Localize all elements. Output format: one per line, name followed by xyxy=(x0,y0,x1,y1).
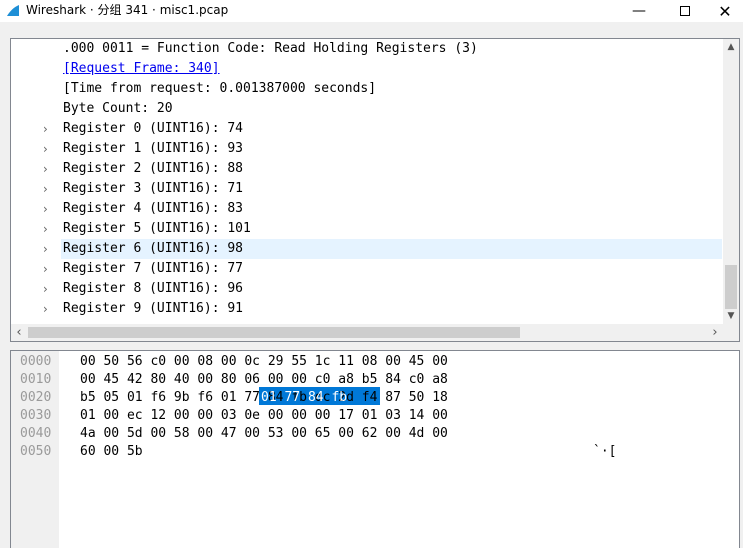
tree-item-label: Register 4 (UINT16): 83 xyxy=(63,201,244,216)
tree-item-label: Register 7 (UINT16): 77 xyxy=(63,261,244,276)
row-offset: 0030 xyxy=(20,408,52,423)
minimize-icon: — xyxy=(632,3,646,19)
tree-item-label: Byte Count: 20 xyxy=(63,101,173,116)
title-bar: Wireshark · 分组 341 · misc1.pcap — ✕ xyxy=(0,0,743,22)
row-hex-bytes[interactable]: 00 45 42 80 40 00 80 06 00 00 c0 a8 b5 8… xyxy=(80,371,448,389)
chevron-right-icon[interactable]: › xyxy=(43,179,48,199)
scroll-up-icon[interactable]: ▲ xyxy=(723,39,739,55)
scrollbar-corner xyxy=(723,324,739,341)
row-hex-bytes[interactable]: 00 50 56 c0 00 08 00 0c 29 55 1c 11 08 0… xyxy=(80,353,448,371)
vertical-scroll-thumb[interactable] xyxy=(725,265,737,309)
row-offset: 0040 xyxy=(20,426,52,441)
tree-item-label: Register 6 (UINT16): 98 xyxy=(63,241,244,256)
row-offset: 0050 xyxy=(20,444,52,459)
chevron-right-icon[interactable]: › xyxy=(43,239,48,259)
tree-item-label: Register 8 (UINT16): 96 xyxy=(63,281,244,296)
tree-item-label: [Time from request: 0.001387000 seconds] xyxy=(63,81,377,96)
close-icon: ✕ xyxy=(718,1,732,21)
selected-bytes-text[interactable]: 01 77 84 fb xyxy=(261,389,347,407)
horizontal-scrollbar[interactable]: ‹ › xyxy=(11,324,723,341)
scroll-left-icon[interactable]: ‹ xyxy=(11,324,27,341)
row-hex-bytes[interactable]: 4a 00 5d 00 58 00 47 00 53 00 65 00 62 0… xyxy=(80,425,448,443)
close-button[interactable]: ✕ xyxy=(702,0,743,22)
chevron-right-icon[interactable]: › xyxy=(43,219,48,239)
row-hex-bytes[interactable]: 60 00 5b xyxy=(80,443,143,461)
packet-bytes-pane[interactable]: 0000 00 50 56 c0 00 08 00 0c 29 55 1c 11… xyxy=(10,350,740,548)
row-offset: 0000 xyxy=(20,354,52,369)
window-title: Wireshark · 分组 341 · misc1.pcap xyxy=(26,3,229,17)
chevron-right-icon[interactable]: › xyxy=(43,139,48,159)
tree-item-label: Register 1 (UINT16): 93 xyxy=(63,141,244,156)
maximize-icon xyxy=(680,6,690,16)
wireshark-fin-icon xyxy=(7,5,19,16)
vertical-scrollbar[interactable]: ▲ ▼ xyxy=(723,39,739,324)
row-offset: 0010 xyxy=(20,372,52,387)
row-ascii[interactable]: `·[ xyxy=(593,443,616,461)
horizontal-scroll-thumb[interactable] xyxy=(28,327,520,338)
scroll-down-icon[interactable]: ▼ xyxy=(723,309,739,324)
tree-item-label: Register 0 (UINT16): 74 xyxy=(63,121,244,136)
packet-details-pane[interactable]: .000 0011 = Function Code: Read Holding … xyxy=(10,38,740,342)
tree-item-label: .000 0011 = Function Code: Read Holding … xyxy=(63,41,478,56)
row-offset: 0020 xyxy=(20,390,52,405)
chevron-right-icon[interactable]: › xyxy=(43,259,48,279)
chevron-right-icon[interactable]: › xyxy=(43,199,48,219)
request-frame-link[interactable]: [Request Frame: 340] xyxy=(63,59,220,79)
tree-item-label: Register 9 (UINT16): 91 xyxy=(63,301,244,316)
row-hex-bytes[interactable]: 01 00 ec 12 00 00 03 0e 00 00 00 17 01 0… xyxy=(80,407,448,425)
chevron-right-icon[interactable]: › xyxy=(43,159,48,179)
tree-item-label: Register 5 (UINT16): 101 xyxy=(63,221,251,236)
chevron-right-icon[interactable]: › xyxy=(43,119,48,139)
chevron-right-icon[interactable]: › xyxy=(43,279,48,299)
chevron-right-icon[interactable]: › xyxy=(43,299,48,319)
scroll-right-icon[interactable]: › xyxy=(707,324,723,341)
tree-item-label: Register 3 (UINT16): 71 xyxy=(63,181,244,196)
tree-item-label: Register 2 (UINT16): 88 xyxy=(63,161,244,176)
minimize-button[interactable]: — xyxy=(616,0,662,22)
